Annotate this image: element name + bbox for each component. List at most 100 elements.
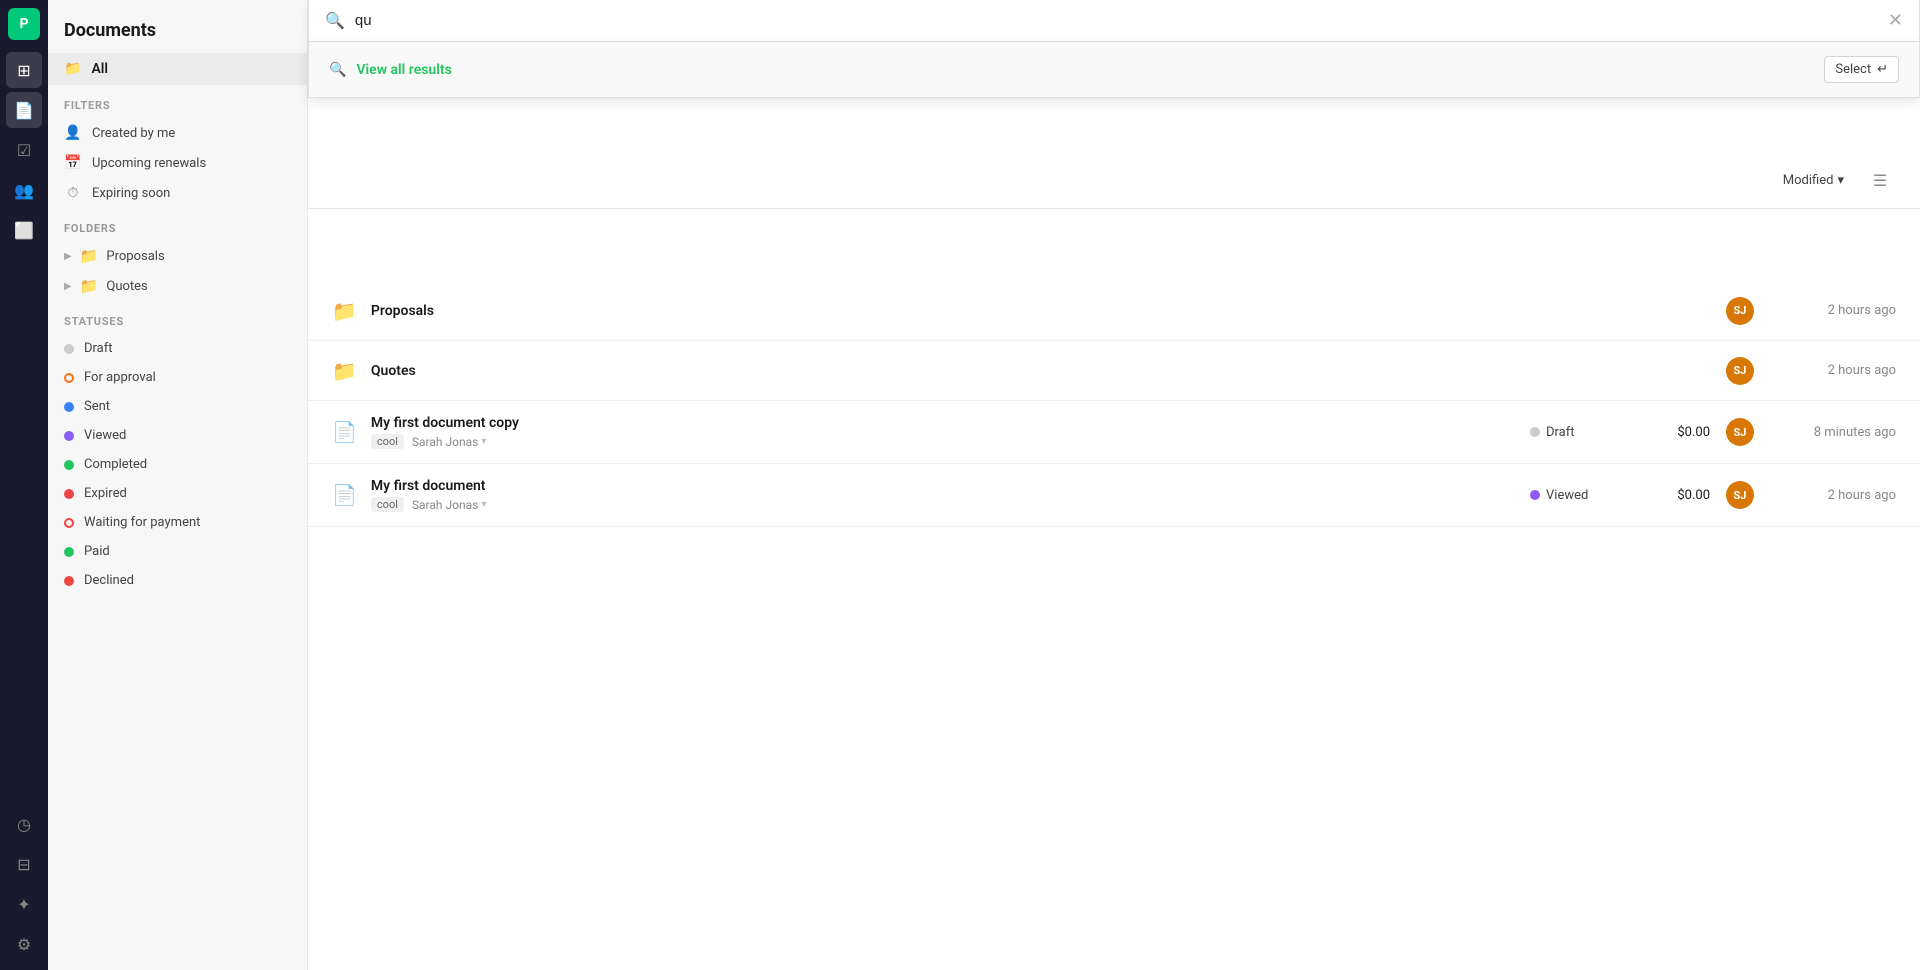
row-content: My first document cool Sarah Jonas ▾ — [371, 478, 486, 512]
status-label: Draft — [1546, 425, 1575, 440]
quotes-folder-label: Quotes — [106, 279, 147, 294]
folder-quotes-icon: 📁 — [80, 277, 99, 295]
status-item-waiting[interactable]: Waiting for payment — [48, 508, 307, 537]
document-icon-2: 📄 — [332, 483, 357, 507]
row-tag: cool — [371, 497, 404, 512]
owner-name: Sarah Jonas — [412, 498, 478, 512]
view-columns-icon: ☰ — [1873, 171, 1887, 190]
dot-viewed-icon — [64, 431, 74, 441]
status-item-for-approval[interactable]: For approval — [48, 363, 307, 392]
row-amount: $0.00 — [1630, 425, 1710, 440]
enter-icon: ↵ — [1877, 62, 1888, 77]
sidebar-item-upcoming-renewals[interactable]: 📅 Upcoming renewals — [48, 148, 307, 178]
table-row[interactable]: 📁 Proposals SJ 2 hours ago — [308, 281, 1920, 341]
view-all-results-button[interactable]: 🔍 View all results — [329, 62, 452, 78]
status-item-declined[interactable]: Declined — [48, 566, 307, 595]
row-time: 2 hours ago — [1766, 488, 1896, 503]
status-dot-icon — [1530, 427, 1540, 437]
row-meta: cool Sarah Jonas ▾ — [371, 434, 519, 449]
nav-documents[interactable]: 📄 — [6, 92, 42, 128]
select-button[interactable]: Select ↵ — [1824, 56, 1899, 83]
waiting-label: Waiting for payment — [84, 515, 200, 530]
row-owner[interactable]: Sarah Jonas ▾ — [412, 498, 486, 512]
view-all-label: View all results — [356, 62, 451, 78]
nav-tasks[interactable]: ☑ — [6, 132, 42, 168]
row-avatar: SJ — [1726, 297, 1754, 325]
owner-name: Sarah Jonas — [412, 435, 478, 449]
search-dropdown: 🔍 View all results Select ↵ — [308, 42, 1920, 98]
row-status: Viewed — [1530, 488, 1630, 503]
folder-proposals-icon: 📁 — [80, 247, 99, 265]
draft-label: Draft — [84, 341, 113, 356]
icon-bar: P ⊞ 📄 ☑ 👥 ⬜ ◷ ⊟ ✦ ⚙ — [0, 0, 48, 970]
owner-chevron-icon: ▾ — [481, 436, 486, 447]
search-overlay: 🔍 ✕ 🔍 View all results Select ↵ — [308, 0, 1920, 98]
row-time: 2 hours ago — [1766, 363, 1896, 378]
nav-grid[interactable]: ⊞ — [6, 52, 42, 88]
nav-analytics[interactable]: ◷ — [6, 806, 42, 842]
row-avatar: SJ — [1726, 481, 1754, 509]
table-row[interactable]: 📄 My first document cool Sarah Jonas ▾ V… — [308, 464, 1920, 527]
sidebar-item-expiring-soon[interactable]: ⏱ Expiring soon — [48, 178, 307, 208]
status-item-expired[interactable]: Expired — [48, 479, 307, 508]
nav-templates[interactable]: ⊟ — [6, 846, 42, 882]
row-owner[interactable]: Sarah Jonas ▾ — [412, 435, 486, 449]
row-content: My first document copy cool Sarah Jonas … — [371, 415, 519, 449]
sidebar-title: Documents — [48, 0, 307, 53]
status-item-completed[interactable]: Completed — [48, 450, 307, 479]
nav-contacts[interactable]: 👥 — [6, 172, 42, 208]
completed-label: Completed — [84, 457, 147, 472]
dot-declined-icon — [64, 576, 74, 586]
row-meta: cool Sarah Jonas ▾ — [371, 497, 486, 512]
clock-icon: ⏱ — [64, 185, 82, 201]
status-item-paid[interactable]: Paid — [48, 537, 307, 566]
nav-integrations[interactable]: ✦ — [6, 886, 42, 922]
nav-products[interactable]: ⬜ — [6, 212, 42, 248]
dot-paid-icon — [64, 547, 74, 557]
dot-for-approval-icon — [64, 373, 74, 383]
row-time: 8 minutes ago — [1766, 425, 1896, 440]
table-row[interactable]: 📁 Quotes SJ 2 hours ago — [308, 341, 1920, 401]
sidebar-all-label: All — [91, 61, 108, 77]
sort-chevron-icon: ▾ — [1837, 173, 1844, 188]
row-name: Quotes — [371, 363, 416, 379]
row-status: Draft — [1530, 425, 1630, 440]
document-icon: 📄 — [332, 420, 357, 444]
created-by-me-label: Created by me — [92, 126, 175, 141]
search-icon-2: 🔍 — [329, 62, 346, 78]
proposals-folder-label: Proposals — [106, 249, 164, 264]
dot-completed-icon — [64, 460, 74, 470]
row-content: Quotes — [371, 363, 416, 379]
search-clear-button[interactable]: ✕ — [1888, 10, 1903, 31]
dot-expired-icon — [64, 489, 74, 499]
search-icon: 🔍 — [325, 11, 345, 30]
calendar-icon: 📅 — [64, 155, 82, 171]
folder-icon-2: 📁 — [332, 359, 357, 383]
folder-all-icon: 📁 — [64, 61, 81, 77]
status-item-viewed[interactable]: Viewed — [48, 421, 307, 450]
row-avatar: SJ — [1726, 357, 1754, 385]
row-amount: $0.00 — [1630, 488, 1710, 503]
sort-button[interactable]: Modified ▾ — [1775, 167, 1852, 194]
app-logo[interactable]: P — [8, 8, 40, 40]
filters-label: FILTERS — [48, 85, 307, 118]
paid-label: Paid — [84, 544, 110, 559]
statuses-label: STATUSES — [48, 301, 307, 334]
table-row[interactable]: 📄 My first document copy cool Sarah Jona… — [308, 401, 1920, 464]
sort-label: Modified — [1783, 173, 1834, 188]
nav-settings[interactable]: ⚙ — [6, 926, 42, 962]
expiring-soon-label: Expiring soon — [92, 186, 170, 201]
view-toggle-button[interactable]: ☰ — [1864, 164, 1896, 196]
sidebar-item-created-by-me[interactable]: 👤 Created by me — [48, 118, 307, 148]
sidebar-item-all[interactable]: 📁 All — [48, 53, 307, 85]
status-item-draft[interactable]: Draft — [48, 334, 307, 363]
status-item-sent[interactable]: Sent — [48, 392, 307, 421]
row-name: Proposals — [371, 303, 434, 319]
sidebar-item-quotes[interactable]: ▶ 📁 Quotes — [48, 271, 307, 301]
sidebar-item-proposals[interactable]: ▶ 📁 Proposals — [48, 241, 307, 271]
search-input[interactable] — [355, 12, 1878, 29]
upcoming-renewals-label: Upcoming renewals — [92, 156, 206, 171]
person-icon: 👤 — [64, 125, 82, 141]
status-dot-viewed-icon — [1530, 490, 1540, 500]
main-content: CREATE ▾ SJ ? 🔍 ✕ 🔍 View all results Sel… — [308, 0, 1920, 970]
